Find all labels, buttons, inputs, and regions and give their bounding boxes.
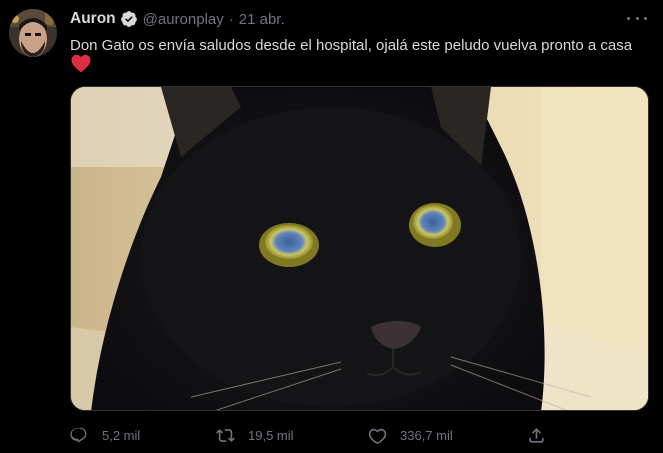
red-heart-emoji-icon: [71, 54, 91, 73]
reply-icon: [70, 427, 87, 443]
reply-button[interactable]: 5,2 mil: [70, 423, 140, 447]
tweet-header: Auron @auronplay · 21 abr.: [70, 9, 285, 29]
like-icon: [368, 428, 387, 444]
like-count: 336,7 mil: [400, 427, 453, 443]
more-icon[interactable]: [627, 10, 647, 26]
tweet-actions: 5,2 mil 19,5 mil 336,7 mil: [70, 423, 560, 447]
tweet-text: Don Gato os envía saludos desde el hospi…: [70, 37, 633, 54]
tweet[interactable]: Auron @auronplay · 21 abr. Don Gato os e…: [0, 0, 663, 453]
share-icon: [529, 427, 544, 443]
share-button[interactable]: [527, 423, 546, 447]
author-handle[interactable]: @auronplay: [143, 11, 224, 28]
reply-count: 5,2 mil: [102, 427, 141, 443]
separator-dot: ·: [228, 10, 234, 28]
tweet-photo[interactable]: [70, 86, 649, 411]
like-button[interactable]: 336,7 mil: [368, 423, 453, 447]
tweet-date[interactable]: 21 abr.: [239, 11, 285, 28]
avatar[interactable]: [9, 9, 57, 57]
retweet-count: 19,5 mil: [248, 427, 294, 443]
retweet-icon: [216, 428, 235, 442]
author-name[interactable]: Auron: [70, 10, 116, 28]
verified-badge-icon: [120, 11, 137, 27]
retweet-button[interactable]: 19,5 mil: [216, 423, 294, 447]
